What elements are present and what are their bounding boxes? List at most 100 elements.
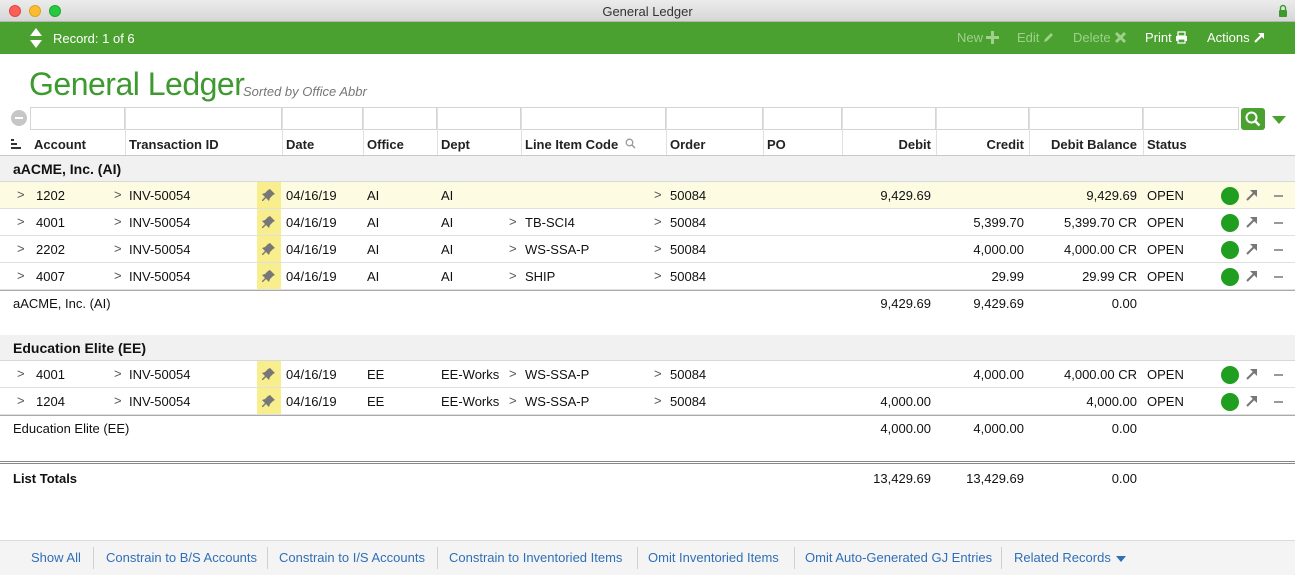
transaction-link-arrow[interactable]: > — [114, 187, 122, 202]
account-filter-input[interactable] — [30, 107, 125, 130]
table-row[interactable]: >4007 > INV-50054 04/16/19 AI AI > SHIP >50084 29… — [0, 263, 1295, 290]
dept-filter-input[interactable] — [437, 107, 521, 130]
account-link-arrow[interactable]: > — [17, 241, 25, 256]
cell-date: 04/16/19 — [286, 367, 337, 382]
line-item-link-arrow[interactable]: > — [509, 393, 517, 408]
column-header-transaction-id[interactable]: Transaction ID — [129, 137, 219, 152]
pushpin-icon — [262, 270, 275, 282]
cell-date: 04/16/19 — [286, 188, 337, 203]
clear-filters-icon[interactable] — [11, 110, 27, 126]
column-header-debit-balance[interactable]: Debit Balance — [1029, 137, 1137, 152]
constrain-bs-accounts-link[interactable]: Constrain to B/S Accounts — [106, 550, 257, 565]
account-link-arrow[interactable]: > — [17, 393, 25, 408]
constrain-is-accounts-link[interactable]: Constrain to I/S Accounts — [279, 550, 425, 565]
new-button[interactable]: New — [957, 30, 1000, 45]
open-record-arrow-icon[interactable] — [1245, 242, 1259, 256]
column-header-debit[interactable]: Debit — [842, 137, 932, 152]
date-filter-input[interactable] — [282, 107, 363, 130]
table-row[interactable]: >4001 > INV-50054 04/16/19 AI AI > TB-SCI4 >5008… — [0, 209, 1295, 236]
remove-row-icon[interactable] — [1274, 195, 1283, 197]
print-button[interactable]: Print — [1145, 30, 1188, 45]
remove-row-icon[interactable] — [1274, 401, 1283, 403]
actions-button[interactable]: Actions — [1207, 30, 1266, 45]
table-row[interactable]: >1204 > INV-50054 04/16/19 EE EE-Works > WS-SSA… — [0, 388, 1295, 415]
remove-row-icon[interactable] — [1274, 276, 1283, 278]
open-record-arrow-icon[interactable] — [1245, 394, 1259, 408]
status-filter-input[interactable] — [1143, 107, 1239, 130]
line-item-code-filter-input[interactable] — [521, 107, 666, 130]
column-header-status[interactable]: Status — [1147, 137, 1187, 152]
credit-filter-input[interactable] — [936, 107, 1029, 130]
delete-button[interactable]: Delete — [1073, 30, 1127, 45]
transaction-link-arrow[interactable]: > — [114, 268, 122, 283]
constrain-inventoried-items-link[interactable]: Constrain to Inventoried Items — [449, 550, 622, 565]
pin-toggle[interactable] — [257, 388, 281, 414]
account-link-arrow[interactable]: > — [17, 214, 25, 229]
column-header-account[interactable]: Account — [34, 137, 86, 152]
table-row[interactable]: >2202 > INV-50054 04/16/19 AI AI > WS-SSA-P >500… — [0, 236, 1295, 263]
pencil-icon — [1044, 33, 1054, 42]
order-link-arrow[interactable]: > — [654, 268, 662, 283]
line-item-link-arrow[interactable]: > — [509, 268, 517, 283]
column-header-credit[interactable]: Credit — [936, 137, 1024, 152]
omit-inventoried-items-link[interactable]: Omit Inventoried Items — [648, 550, 779, 565]
cell-debit-balance: 9,429.69 — [1086, 188, 1137, 203]
remove-row-icon[interactable] — [1274, 249, 1283, 251]
line-item-link-arrow[interactable]: > — [509, 366, 517, 381]
office-filter-input[interactable] — [363, 107, 437, 130]
related-records-link[interactable]: Related Records — [1014, 550, 1111, 565]
open-record-arrow-icon[interactable] — [1245, 215, 1259, 229]
pushpin-icon — [262, 216, 275, 228]
column-header-date[interactable]: Date — [286, 137, 314, 152]
column-header-office[interactable]: Office — [367, 137, 404, 152]
order-link-arrow[interactable]: > — [654, 366, 662, 381]
pin-toggle[interactable] — [257, 236, 281, 262]
show-all-link[interactable]: Show All — [31, 550, 81, 565]
edit-button[interactable]: Edit — [1017, 30, 1055, 45]
table-row[interactable]: >4001 > INV-50054 04/16/19 EE EE-Works > WS-SSA… — [0, 361, 1295, 388]
line-item-link-arrow[interactable]: > — [509, 241, 517, 256]
record-navigator-icon[interactable] — [29, 27, 43, 49]
transaction-link-arrow[interactable]: > — [114, 366, 122, 381]
omit-auto-generated-gj-link[interactable]: Omit Auto-Generated GJ Entries — [805, 550, 992, 565]
search-button[interactable] — [1241, 108, 1265, 130]
pin-toggle[interactable] — [257, 361, 281, 387]
column-header-po[interactable]: PO — [767, 137, 786, 152]
column-search-icon[interactable] — [625, 138, 636, 149]
transaction-link-arrow[interactable]: > — [114, 214, 122, 229]
open-record-arrow-icon[interactable] — [1245, 269, 1259, 283]
account-link-arrow[interactable]: > — [17, 268, 25, 283]
order-link-arrow[interactable]: > — [654, 214, 662, 229]
column-header-line-item-code[interactable]: Line Item Code — [525, 137, 618, 152]
order-link-arrow[interactable]: > — [654, 241, 662, 256]
subtotal-debit: 9,429.69 — [880, 296, 931, 311]
po-filter-input[interactable] — [763, 107, 842, 130]
account-link-arrow[interactable]: > — [17, 366, 25, 381]
cell-order: 50084 — [670, 215, 707, 230]
debit-balance-filter-input[interactable] — [1029, 107, 1143, 130]
transaction-link-arrow[interactable]: > — [114, 393, 122, 408]
remove-row-icon[interactable] — [1274, 374, 1283, 376]
transaction-link-arrow[interactable]: > — [114, 241, 122, 256]
order-filter-input[interactable] — [666, 107, 763, 130]
remove-row-icon[interactable] — [1274, 222, 1283, 224]
column-header-order[interactable]: Order — [670, 137, 705, 152]
related-records-caret-icon[interactable] — [1116, 556, 1126, 562]
open-record-arrow-icon[interactable] — [1245, 188, 1259, 202]
open-record-arrow-icon[interactable] — [1245, 367, 1259, 381]
sort-order-icon[interactable] — [11, 139, 23, 150]
pin-toggle[interactable] — [257, 182, 281, 208]
transaction-id-filter-input[interactable] — [125, 107, 282, 130]
line-item-link-arrow[interactable]: > — [509, 214, 517, 229]
account-link-arrow[interactable]: > — [17, 187, 25, 202]
order-link-arrow[interactable]: > — [654, 393, 662, 408]
column-header-dept[interactable]: Dept — [441, 137, 470, 152]
group-header: aACME, Inc. (AI) — [0, 156, 1295, 182]
search-options-caret-icon[interactable] — [1272, 116, 1286, 124]
table-row[interactable]: >1202 > INV-50054 04/16/19 AI AI >50084 9,429.6… — [0, 182, 1295, 209]
pin-toggle[interactable] — [257, 209, 281, 235]
debit-filter-input[interactable] — [842, 107, 936, 130]
status-dot-icon — [1221, 393, 1239, 411]
order-link-arrow[interactable]: > — [654, 187, 662, 202]
pin-toggle[interactable] — [257, 263, 281, 289]
